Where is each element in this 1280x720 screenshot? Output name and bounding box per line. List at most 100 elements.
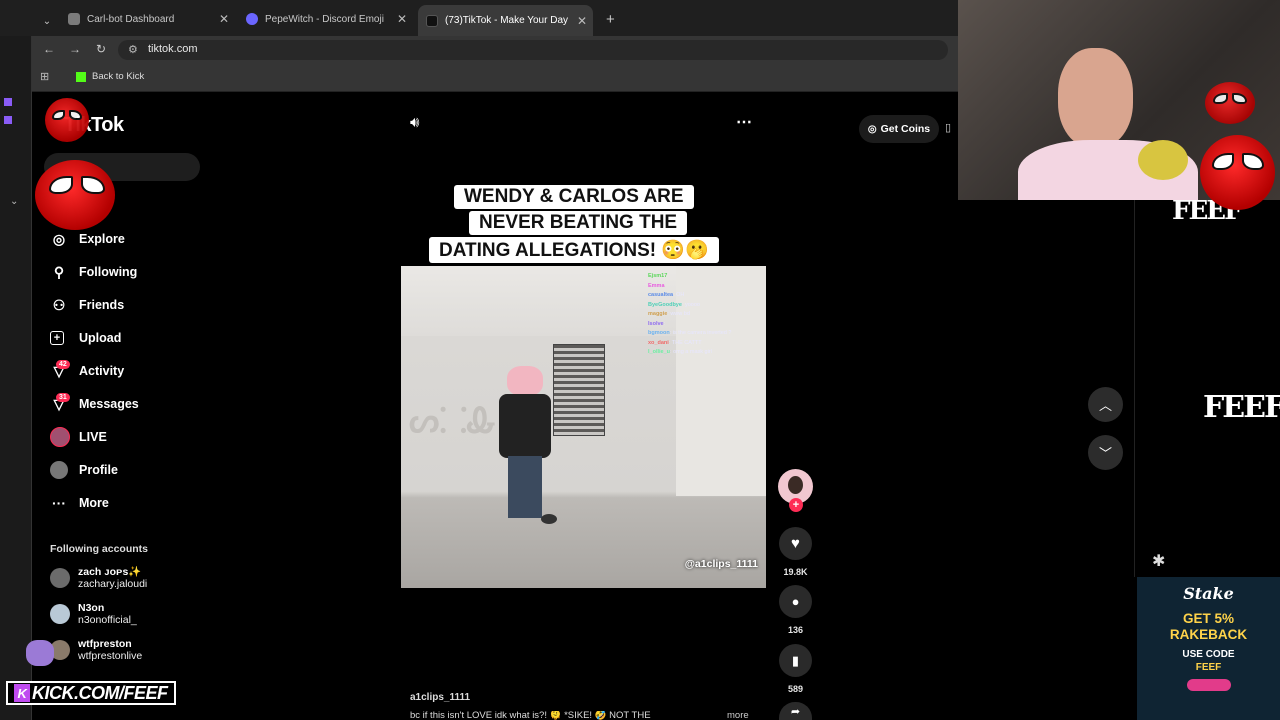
spiderman-mask-icon [45,98,89,142]
chat-msg: : www bd [667,311,690,317]
volume-icon[interactable]: 🔊︎ [410,114,419,131]
new-tab-button[interactable]: + [598,6,623,32]
chat-user: ByeGoodbye [648,301,682,308]
like-button[interactable]: ♥ [779,527,812,560]
emote-icon [4,116,12,124]
tab-search-icon[interactable]: ⌄ [36,8,58,34]
sidebar-item-live[interactable]: LIVE [50,424,107,450]
chat-line: casualtea: OH [648,291,766,301]
sidebar-item-profile[interactable]: Profile [50,457,118,483]
mask-eye [1213,93,1228,104]
close-icon[interactable]: ✕ [397,12,407,26]
like-count: 19.8K [783,567,808,577]
sidebar-item-more[interactable]: ··· More [50,490,109,516]
kick-logo-icon [76,71,86,82]
comment-button[interactable]: ● [779,585,812,618]
feef-logo: FEEF [1203,390,1280,425]
mask-eye [49,176,73,194]
chat-user: Isolve [648,320,664,327]
next-video-button[interactable]: ﹀ [1088,435,1123,470]
stream-chat-overlay: Ejsm17 Emma casualtea: OH ByeGoodbye: yo… [648,272,766,372]
video-description: bc if this isn't LOVE idk what is?! 🫠 *S… [410,711,651,720]
messages-badge: 31 [56,393,70,402]
stake-logo: Stake [1183,584,1234,603]
more-link[interactable]: more [727,711,749,720]
nav-label: Activity [79,364,125,378]
browser-tab-bar: ⌄ Carl-bot Dashboard ✕ PepeWitch - Disco… [0,0,958,36]
chat-line: Emma [648,282,766,292]
tab-title: (73)TikTok - Make Your Day [445,15,569,26]
emote-icon [4,98,12,106]
compass-icon: ◎ [52,230,66,247]
sidebar-item-explore[interactable]: ◎ Explore [50,226,125,252]
sidebar-item-upload[interactable]: + Upload [50,325,121,351]
bookmark-back-to-kick[interactable]: Back to Kick [76,71,144,82]
share-button[interactable]: ➦ [779,702,812,720]
nav-label: Upload [79,331,122,345]
phone-icon[interactable]: ▯ [945,121,951,134]
forward-arrow-icon[interactable]: → [69,42,81,56]
video-player[interactable]: ᔕ⸬Ꮂ Ejsm17 Emma casualtea: OH ByeGoodbye… [401,266,766,588]
chat-line: Isolve: [648,320,766,330]
nav-label: Following [79,265,138,279]
more-options-icon[interactable]: ⋯ [736,112,752,132]
mask-eye [1232,93,1247,104]
background-window-strip: ⌄ [0,36,32,720]
stake-ad-panel: Stake GET 5% RAKEBACK USE CODE FEEF [1137,577,1280,720]
apps-grid-icon[interactable]: ⊞ [40,70,49,83]
plush-toy [1138,140,1188,180]
tab-title: PepeWitch - Discord Emoji [265,13,384,25]
person-jeans [508,456,542,518]
tab-pepewitch[interactable]: PepeWitch - Discord Emoji ✕ [238,6,413,32]
account-name: N3on [78,602,105,614]
save-button[interactable]: ▮ [779,644,812,677]
sidebar-item-friends[interactable]: ⚇ Friends [50,292,124,318]
chat-msg: : omg a mask girl [670,349,712,355]
get-coins-button[interactable]: ◎ Get Coins [859,115,939,143]
chat-msg: : yoooo [681,301,700,308]
stake-offer-line-2: RAKEBACK [1169,627,1248,642]
chat-user: bgmoon [648,330,670,336]
activity-badge: 42 [56,360,70,369]
nav-label: Messages [79,397,139,411]
avatar [50,568,70,588]
cat [541,514,557,524]
video-caption-line-3: DATING ALLEGATIONS! 😳🫢 [429,237,719,263]
chat-user: xo_dani [648,339,669,346]
tab-tiktok[interactable]: (73)TikTok - Make Your Day ✕ [418,5,593,36]
url-field[interactable]: ⚙ tiktok.com [118,40,948,60]
close-icon[interactable]: ✕ [577,14,587,28]
chat-user: maggie [648,311,668,317]
close-icon[interactable]: ✕ [219,12,229,26]
site-info-icon[interactable]: ⚙ [128,43,138,56]
spiderman-mask-icon [35,160,115,230]
video-author[interactable]: a1clips_1111 [410,692,470,703]
reload-icon[interactable]: ↻ [96,42,106,56]
stake-cta-button[interactable] [1186,679,1231,691]
heart-icon: ♥ [791,535,800,552]
share-icon: ➦ [790,705,801,718]
following-account[interactable]: wtfpreston wtfprestonlive [50,638,142,662]
tiktok-favicon-icon [426,14,438,27]
following-account[interactable]: N3on n3onofficial_ [50,602,137,626]
tab-carlbot[interactable]: Carl-bot Dashboard ✕ [60,6,235,32]
previous-video-button[interactable]: ︿ [1088,387,1123,422]
following-account[interactable]: zach ᴊᴏᴘs✨ zachary.jaloudi [50,566,147,590]
sidebar-item-following[interactable]: ⚲ Following [50,259,137,285]
video-watermark: @a1clips_1111 [684,558,758,570]
save-count: 589 [787,684,804,694]
carlbot-favicon-icon [68,13,80,25]
mask-eye [81,176,105,194]
live-icon [50,427,70,447]
mask-eye [69,110,82,120]
address-bar-row: ← → ↻ ⚙ tiktok.com [0,36,958,64]
follow-plus-icon[interactable]: + [789,498,803,512]
video-caption-line-2: NEVER BEATING THE [469,211,688,235]
wall-scribble: ᔕ⸬Ꮂ [409,401,497,441]
back-arrow-icon[interactable]: ← [43,42,55,56]
account-name: zach ᴊᴏᴘs✨ [78,566,142,578]
chevron-down-icon: ⌄ [10,196,19,207]
chat-user: l_ollie_u [648,349,671,355]
friends-icon: ⚇ [52,296,66,313]
mask-eye [52,110,65,120]
